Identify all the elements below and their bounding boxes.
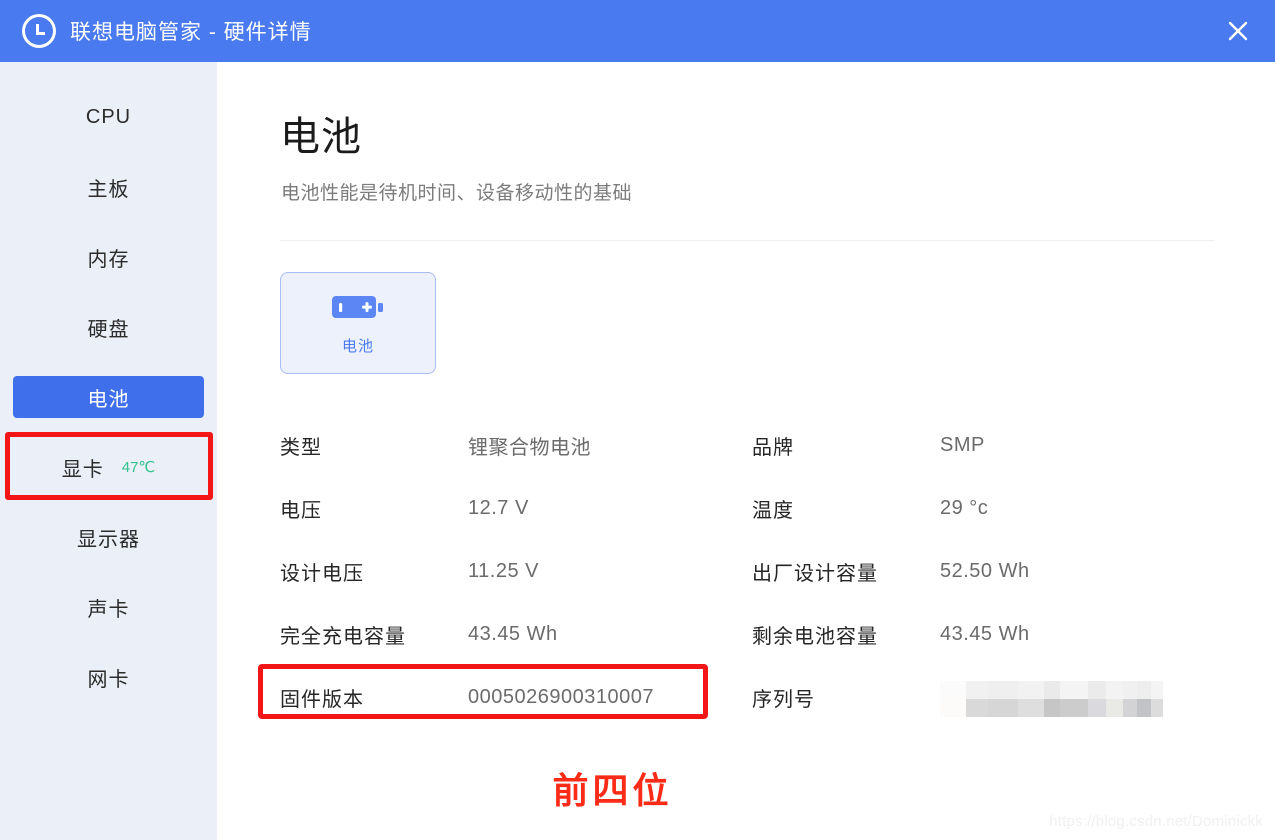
spec-row-voltage: 电压 12.7 V [280,477,750,540]
spec-value: 12.7 V [468,497,529,519]
sidebar-item-label: 显示器 [77,528,140,551]
spec-value: 43.45 Wh [940,623,1030,645]
battery-device-card[interactable]: 电池 [280,272,436,374]
spec-row-type: 类型 锂聚合物电池 [280,414,750,477]
sidebar-item-label: 声卡 [87,598,130,621]
page-title: 电池 [280,115,362,159]
sidebar-item-monitor[interactable]: 显示器 [13,516,204,558]
sidebar-item-label: 电池 [87,388,130,411]
spec-row-full-charge-capacity: 完全充电容量 43.45 Wh [280,603,750,666]
gpu-temperature-badge: 47℃ [121,459,156,476]
window-title: 联想电脑管家 - 硬件详情 [70,21,312,44]
sidebar-nav-list: CPU 主板 内存 硬盘 电池 显卡 47℃ 显示器 声卡 网卡 [0,62,217,698]
sidebar-item-label: CPU [85,105,132,128]
specs-column-left: 类型 锂聚合物电池 电压 12.7 V 设计电压 11.25 V 完全充电容量 … [280,414,750,729]
sidebar-item-network-card[interactable]: 网卡 [13,656,204,698]
sidebar-item-label: 网卡 [87,668,130,691]
spec-row-design-capacity: 出厂设计容量 52.50 Wh [752,540,1222,603]
spec-value: 0005026900310007 [468,686,654,708]
spec-row-design-voltage: 设计电压 11.25 V [280,540,750,603]
sidebar-item-label: 内存 [87,248,130,271]
spec-row-temperature: 温度 29 °c [752,477,1222,540]
sidebar-item-label: 显卡 [61,458,104,481]
sidebar-item-battery[interactable]: 电池 [13,376,204,418]
sidebar-item-label: 硬盘 [87,318,130,341]
serial-number-redacted-block [940,680,1163,717]
hardware-details-window: 联想电脑管家 - 硬件详情 CPU 主板 内存 硬盘 电池 显卡 47℃ 显示器… [0,0,1275,840]
spec-value: 11.25 V [468,560,539,582]
sidebar-item-cpu[interactable]: CPU [13,96,204,138]
spec-label: 剩余电池容量 [752,626,878,648]
spec-label: 序列号 [752,689,815,711]
sidebar: CPU 主板 内存 硬盘 电池 显卡 47℃ 显示器 声卡 网卡 [0,62,217,840]
spec-label: 品牌 [752,437,794,459]
spec-row-remaining-capacity: 剩余电池容量 43.45 Wh [752,603,1222,666]
spec-value: 锂聚合物电池 [468,437,591,459]
spec-value: 29 °c [940,497,989,519]
sidebar-item-memory[interactable]: 内存 [13,236,204,278]
spec-label: 出厂设计容量 [752,563,878,585]
battery-device-card-label: 电池 [341,338,374,355]
title-bar: 联想电脑管家 - 硬件详情 [0,0,1275,62]
spec-label: 类型 [280,437,322,459]
watermark: https://blog.csdn.net/Dominickk [1049,813,1263,830]
spec-label: 设计电压 [280,563,364,585]
spec-row-firmware-version: 固件版本 0005026900310007 [280,666,750,729]
lenovo-circle-logo-icon [22,14,56,48]
close-icon[interactable] [1215,10,1261,52]
sidebar-item-sound-card[interactable]: 声卡 [13,586,204,628]
sidebar-item-disk[interactable]: 硬盘 [13,306,204,348]
spec-value: 43.45 Wh [468,623,558,645]
spec-value: 52.50 Wh [940,560,1030,582]
content-panel: 电池 电池性能是待机时间、设备移动性的基础 电池 类型 锂聚合物电池 电压 12… [217,62,1275,840]
spec-label: 固件版本 [280,689,364,711]
specs-column-right: 品牌 SMP 温度 29 °c 出厂设计容量 52.50 Wh 剩余电池容量 4… [752,414,1222,729]
spec-row-serial-number: 序列号 [752,666,1222,729]
spec-value: SMP [940,434,985,456]
sidebar-item-motherboard[interactable]: 主板 [13,166,204,208]
header-divider [280,240,1215,241]
battery-plus-icon [331,292,385,322]
sidebar-item-label: 主板 [87,178,130,201]
spec-label: 温度 [752,500,794,522]
spec-row-brand: 品牌 SMP [752,414,1222,477]
spec-label: 完全充电容量 [280,626,406,648]
page-subtitle: 电池性能是待机时间、设备移动性的基础 [281,183,633,204]
spec-label: 电压 [280,500,322,522]
sidebar-item-graphics-card[interactable]: 显卡 47℃ [13,446,204,488]
